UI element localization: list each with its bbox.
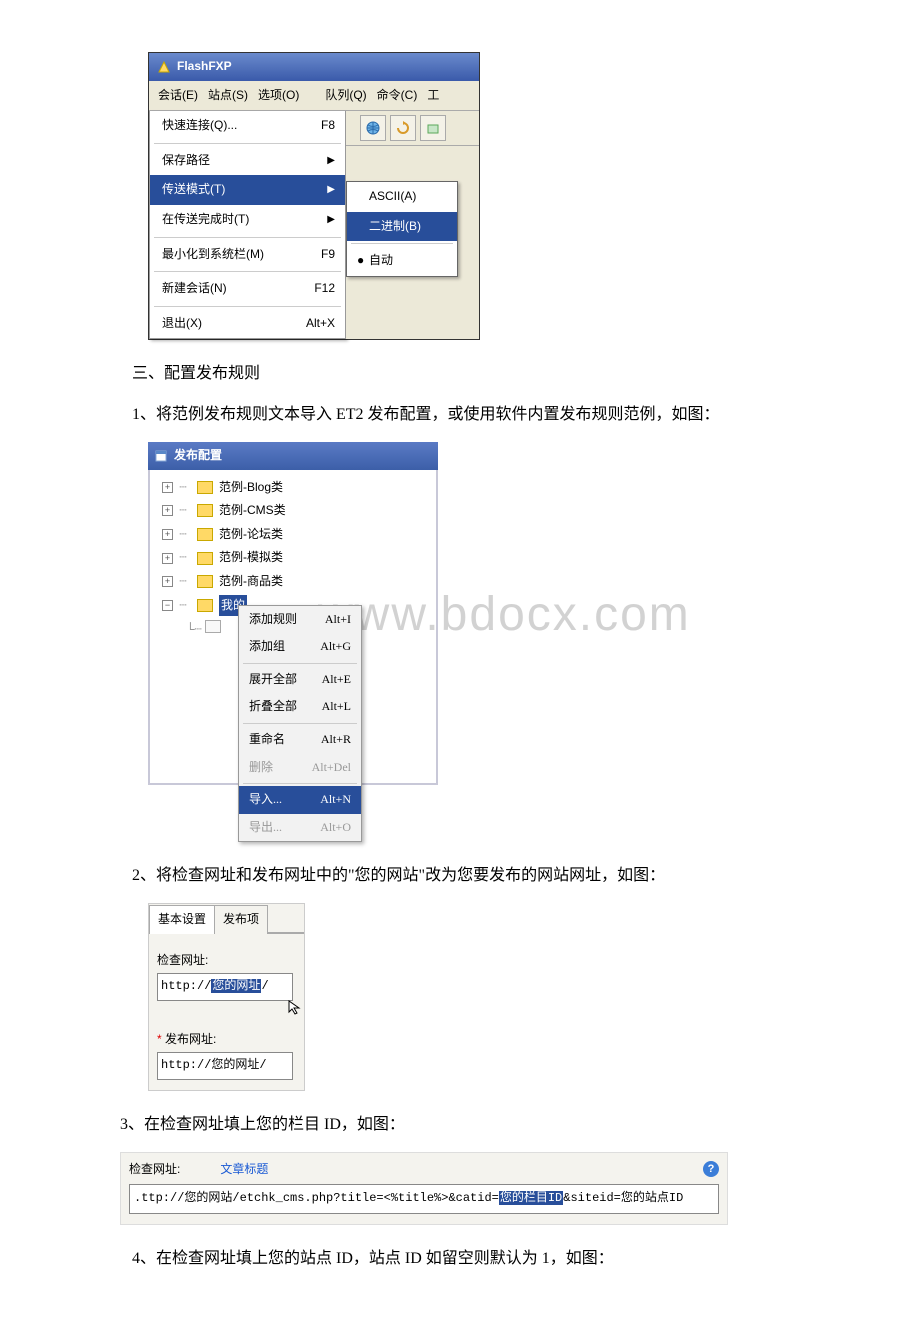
publish-url-label: * 发布网址: — [157, 1029, 296, 1051]
check-url-input[interactable]: http://您的网址/ — [157, 973, 293, 1001]
transfer-mode-submenu: ASCII(A) 二进制(B) ●自动 — [346, 181, 458, 277]
help-icon[interactable]: ? — [703, 1161, 719, 1177]
menu-tools[interactable]: 工 — [424, 84, 442, 108]
submenu-auto[interactable]: ●自动 — [347, 246, 457, 276]
flashfxp-menubar[interactable]: 会话(E) 站点(S) 选项(O) 队列(Q) 命令(C) 工 — [149, 81, 479, 112]
submenu-binary[interactable]: 二进制(B) — [347, 212, 457, 242]
menu-new-session[interactable]: 新建会话(N) F12 — [150, 274, 345, 304]
url-settings-screenshot: 基本设置 发布项 检查网址: http://您的网址/ * 发布网址: http… — [148, 903, 820, 1091]
folder-icon — [197, 481, 213, 494]
ctx-export[interactable]: 导出...Alt+O — [239, 814, 361, 842]
publish-url-input[interactable]: http://您的网址/ — [157, 1052, 293, 1080]
tab-publish[interactable]: 发布项 — [214, 905, 268, 934]
tree-item-cms[interactable]: +┈ 范例-CMS类 — [150, 499, 436, 523]
menu-site[interactable]: 站点(S) — [205, 84, 251, 108]
step4-text: 4、在检查网址填上您的站点 ID，站点 ID 如留空则默认为 1，如图： — [100, 1245, 820, 1274]
tab-bar: 基本设置 发布项 — [149, 904, 304, 934]
context-menu: 添加规则Alt+I 添加组Alt+G 展开全部Alt+E 折叠全部Alt+L 重… — [238, 605, 362, 843]
ctx-expand[interactable]: 展开全部Alt+E — [239, 666, 361, 694]
session-menu: 快速连接(Q)... F8 保存路径 ▶ 传送模式(T) ▶ 在传送完成时(T)… — [149, 111, 346, 339]
menu-session[interactable]: 会话(E) — [155, 84, 201, 108]
check-url-screenshot: 检查网址: 文章标题 ? .ttp://您的网站/etchk_cms.php?t… — [120, 1152, 820, 1225]
title-text: FlashFXP — [177, 56, 232, 78]
config-icon — [154, 449, 168, 463]
ctx-add-group[interactable]: 添加组Alt+G — [239, 633, 361, 661]
expand-icon[interactable]: + — [162, 529, 173, 540]
article-title-link[interactable]: 文章标题 — [220, 1159, 703, 1181]
ctx-rename[interactable]: 重命名Alt+R — [239, 726, 361, 754]
folder-icon — [197, 528, 213, 541]
folder-icon — [197, 504, 213, 517]
publish-config-screenshot: www.bdocx.com 发布配置 +┈ 范例-Blog类 +┈ 范例-CMS… — [148, 442, 820, 843]
tab-basic[interactable]: 基本设置 — [149, 905, 215, 934]
ctx-add-rule[interactable]: 添加规则Alt+I — [239, 606, 361, 634]
menu-commands[interactable]: 命令(C) — [374, 84, 421, 108]
expand-icon[interactable]: + — [162, 482, 173, 493]
check-url-label: 检查网址: — [129, 1159, 180, 1181]
step1-text: 1、将范例发布规则文本导入 ET2 发布配置，或使用软件内置发布规则范例，如图： — [132, 406, 720, 423]
tool-icon[interactable] — [420, 115, 446, 141]
menu-transfer-mode[interactable]: 传送模式(T) ▶ — [150, 175, 345, 205]
tree-item-sim[interactable]: +┈ 范例-模拟类 — [150, 546, 436, 570]
ctx-collapse[interactable]: 折叠全部Alt+L — [239, 693, 361, 721]
arrow-icon: ▶ — [327, 152, 335, 170]
check-url-label: 检查网址: — [157, 950, 296, 972]
expand-icon[interactable]: + — [162, 576, 173, 587]
ctx-delete[interactable]: 删除Alt+Del — [239, 754, 361, 782]
menu-minimize[interactable]: 最小化到系统栏(M) F9 — [150, 240, 345, 270]
refresh-icon[interactable] — [390, 115, 416, 141]
tree-item-blog[interactable]: +┈ 范例-Blog类 — [150, 476, 436, 500]
arrow-icon: ▶ — [327, 181, 335, 199]
menu-exit[interactable]: 退出(X) Alt+X — [150, 309, 345, 339]
section-heading: 三、配置发布规则 — [100, 360, 820, 389]
app-icon — [157, 60, 171, 74]
tree-item-goods[interactable]: +┈ 范例-商品类 — [150, 570, 436, 594]
step3-text: 3、在检查网址填上您的栏目 ID，如图： — [88, 1111, 820, 1140]
menu-save-path[interactable]: 保存路径 ▶ — [150, 146, 345, 176]
check-url-full-input[interactable]: .ttp://您的网站/etchk_cms.php?title=<%title%… — [129, 1184, 719, 1214]
menu-quick-connect[interactable]: 快速连接(Q)... F8 — [150, 111, 345, 141]
flashfxp-screenshot: FlashFXP 会话(E) 站点(S) 选项(O) 队列(Q) 命令(C) 工… — [148, 52, 820, 340]
step2-text: 2、将检查网址和发布网址中的"您的网站"改为您要发布的网站网址，如图： — [100, 862, 820, 891]
cursor-icon — [287, 999, 303, 1015]
submenu-ascii[interactable]: ASCII(A) — [347, 182, 457, 212]
folder-icon — [197, 575, 213, 588]
expand-icon[interactable]: + — [162, 553, 173, 564]
folder-icon — [197, 552, 213, 565]
tree-item-forum[interactable]: +┈ 范例-论坛类 — [150, 523, 436, 547]
menu-on-complete[interactable]: 在传送完成时(T) ▶ — [150, 205, 345, 235]
menu-queue[interactable]: 队列(Q) — [322, 84, 369, 108]
menu-options[interactable]: 选项(O) — [255, 84, 302, 108]
globe-icon[interactable] — [360, 115, 386, 141]
flashfxp-titlebar: FlashFXP — [149, 53, 479, 81]
arrow-icon: ▶ — [327, 211, 335, 229]
publish-config-title: 发布配置 — [148, 442, 438, 470]
ctx-import[interactable]: 导入...Alt+N — [239, 786, 361, 814]
expand-icon[interactable]: + — [162, 505, 173, 516]
toolbar — [346, 111, 479, 146]
